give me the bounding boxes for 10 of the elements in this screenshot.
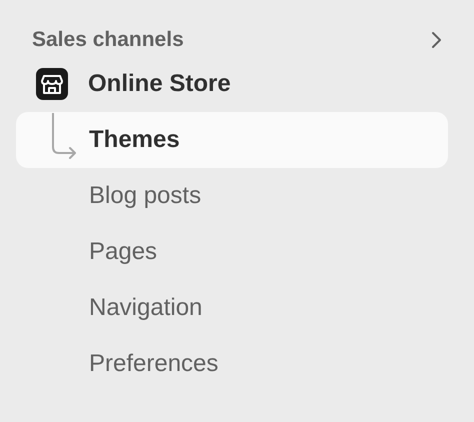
nav-item[interactable]: Blog posts [16, 168, 448, 224]
store-icon [36, 68, 68, 100]
section-header[interactable]: Sales channels [16, 24, 448, 56]
nav-item[interactable]: Themes [16, 112, 448, 168]
nav-item[interactable]: Pages [16, 224, 448, 280]
nav-item[interactable]: Preferences [16, 336, 448, 392]
connector-arrow [51, 113, 79, 159]
nav-item[interactable]: Navigation [16, 280, 448, 336]
chevron-right-icon [430, 31, 442, 49]
nav-item[interactable]: Online Store [16, 56, 448, 112]
